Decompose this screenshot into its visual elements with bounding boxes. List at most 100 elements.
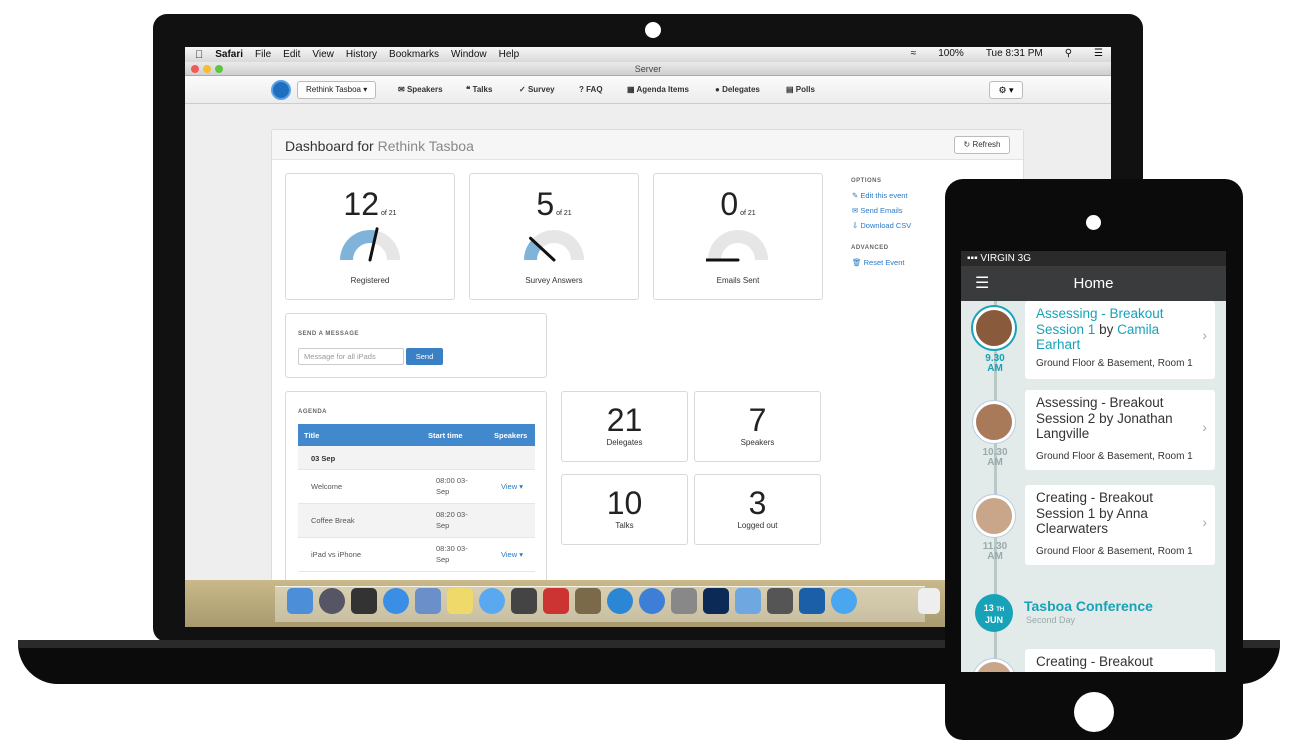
- app-store-icon[interactable]: [639, 588, 665, 614]
- send-button[interactable]: Send: [406, 348, 443, 365]
- messages-icon[interactable]: [479, 588, 505, 614]
- photo-booth-icon[interactable]: [543, 588, 569, 614]
- list-icon[interactable]: ☰: [1094, 48, 1103, 59]
- menu-file[interactable]: File: [255, 49, 271, 60]
- nav-delegates[interactable]: ● Delegates: [715, 85, 760, 94]
- stat-card-logged-out: 3 Logged out: [694, 474, 821, 545]
- chat-icon[interactable]: [831, 588, 857, 614]
- row-title: Coffee Break: [311, 516, 355, 525]
- settings-button[interactable]: ⚙ ▾: [989, 81, 1023, 99]
- advanced-heading: ADVANCED: [851, 245, 889, 251]
- clock-text[interactable]: Tue 8:31 PM: [986, 48, 1043, 59]
- gauge-chart: [340, 227, 400, 262]
- nav-agenda-items[interactable]: ▦ Agenda Items: [627, 85, 689, 94]
- close-icon[interactable]: [191, 65, 199, 73]
- gauge-label: Emails Sent: [716, 276, 760, 285]
- col-speakers[interactable]: Speakers: [494, 431, 527, 440]
- menu-window[interactable]: Window: [451, 49, 487, 60]
- itunes-icon[interactable]: [607, 588, 633, 614]
- session-card[interactable]: Assessing - Breakout Session 2 by Jonath…: [1025, 390, 1215, 470]
- stat-value: 7: [748, 402, 767, 438]
- zoom-icon[interactable]: [215, 65, 223, 73]
- edit-event-link[interactable]: ✎ Edit this event: [852, 191, 908, 200]
- menu-edit[interactable]: Edit: [283, 49, 300, 60]
- session-card[interactable]: Creating - Breakout: [1025, 649, 1215, 672]
- mail-icon[interactable]: [415, 588, 441, 614]
- table-row[interactable]: iPad vs iPhone 08:30 03- Sep View ▾: [298, 538, 535, 572]
- system-preferences-icon[interactable]: [671, 588, 697, 614]
- send-emails-link[interactable]: ✉ Send Emails: [852, 206, 903, 215]
- session-room: Ground Floor & Basement, Room 1: [1036, 451, 1193, 462]
- photoshop-icon[interactable]: [703, 588, 729, 614]
- nav-talks[interactable]: ❝ Talks: [466, 85, 492, 94]
- gauge-value: 0 of 21: [720, 186, 756, 222]
- battery-text[interactable]: 100%: [938, 48, 964, 59]
- avatar[interactable]: [973, 495, 1015, 537]
- avatar[interactable]: [973, 401, 1015, 443]
- github-icon[interactable]: [767, 588, 793, 614]
- conference-subtitle: Second Day: [1026, 615, 1076, 625]
- finder-icon[interactable]: [287, 588, 313, 614]
- stat-label: Logged out: [737, 521, 778, 530]
- launchpad-icon[interactable]: [319, 588, 345, 614]
- col-start-time[interactable]: Start time: [428, 431, 463, 440]
- home-button[interactable]: [1074, 692, 1114, 732]
- view-speakers-link[interactable]: View ▾: [501, 550, 523, 559]
- phone-status-bar: ▪▪▪ VIRGIN 3G: [961, 251, 1226, 266]
- minimize-icon[interactable]: [203, 65, 211, 73]
- nav-polls[interactable]: ▤ Polls: [786, 85, 815, 94]
- simulator-icon[interactable]: [799, 588, 825, 614]
- download-csv-link[interactable]: ⇩ Download CSV: [852, 221, 911, 230]
- facetime-icon[interactable]: [511, 588, 537, 614]
- menu-history[interactable]: History: [346, 49, 377, 60]
- notes-icon[interactable]: [447, 588, 473, 614]
- apple-icon[interactable]: : [195, 49, 203, 61]
- stat-value: 3: [748, 485, 767, 521]
- jpeg-file-icon[interactable]: [918, 588, 940, 614]
- search-icon[interactable]: ⚲: [1065, 48, 1072, 59]
- safari-icon[interactable]: [383, 588, 409, 614]
- avatar[interactable]: [973, 659, 1015, 672]
- chevron-right-icon: ›: [1202, 514, 1207, 530]
- message-input[interactable]: Message for all iPads: [298, 348, 404, 365]
- table-row[interactable]: Coffee Break 08:20 03- Sep: [298, 504, 535, 538]
- event-select[interactable]: Rethink Tasboa ▾: [297, 81, 377, 99]
- iphoto-icon[interactable]: [575, 588, 601, 614]
- menu-view[interactable]: View: [312, 49, 334, 60]
- message-heading: SEND A MESSAGE: [298, 331, 359, 337]
- gauge-chart: [524, 230, 584, 262]
- row-time: 08:30 03-: [436, 544, 468, 553]
- table-group-row: 03 Sep: [298, 446, 535, 470]
- row-title: iPad vs iPhone: [311, 550, 362, 559]
- nav-survey[interactable]: ✓ Survey: [519, 85, 555, 94]
- session-card[interactable]: Assessing - Breakout Session 1 by Camila…: [1025, 301, 1215, 379]
- mission-control-icon[interactable]: [351, 588, 377, 614]
- menu-help[interactable]: Help: [499, 49, 520, 60]
- stat-value: 10: [606, 485, 643, 521]
- avatar[interactable]: [973, 307, 1015, 349]
- page-title: Dashboard for Rethink Tasboa: [285, 138, 474, 154]
- row-title: Welcome: [311, 482, 343, 491]
- stat-card-delegates: 21 Delegates: [561, 391, 688, 462]
- wifi-icon[interactable]: ≈: [911, 48, 917, 59]
- menu-app-name[interactable]: Safari: [215, 49, 243, 60]
- reset-event-link[interactable]: 🗑 Reset Event: [852, 258, 904, 267]
- row-time: 08:00 03-: [436, 476, 468, 485]
- xcode-icon[interactable]: [735, 588, 761, 614]
- gauge-label: Registered: [350, 276, 390, 285]
- menu-bookmarks[interactable]: Bookmarks: [389, 49, 439, 60]
- session-card[interactable]: Creating - Breakout Session 1 by Anna Cl…: [1025, 485, 1215, 565]
- logo-icon[interactable]: [271, 80, 291, 100]
- refresh-button[interactable]: ↻ Refresh: [954, 136, 1010, 154]
- stat-value: 21: [606, 402, 643, 438]
- view-speakers-link[interactable]: View ▾: [501, 482, 523, 491]
- nav-faq[interactable]: ? FAQ: [579, 85, 603, 94]
- nav-speakers[interactable]: ✉ Speakers: [398, 85, 443, 94]
- mac-menubar:  Safari File Edit View History Bookmark…: [185, 47, 1111, 62]
- session-room: Ground Floor & Basement, Room 1: [1036, 358, 1193, 369]
- date-badge: 13 TH JUN: [975, 594, 1013, 632]
- table-row[interactable]: Welcome 08:00 03- Sep View ▾: [298, 470, 535, 504]
- gauge-card-survey: 5 of 21 Survey Answers: [469, 173, 639, 300]
- window-titlebar: Server: [185, 62, 1111, 76]
- col-title[interactable]: Title: [304, 431, 319, 440]
